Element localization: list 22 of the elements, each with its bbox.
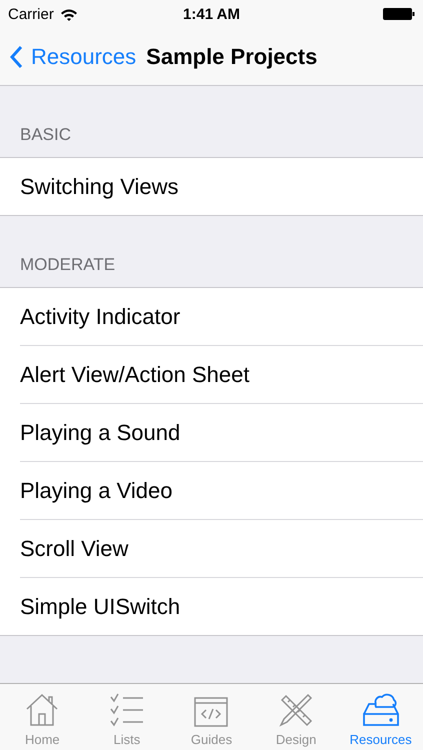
back-chevron-icon	[10, 46, 23, 68]
screen-title: Sample Projects	[146, 44, 318, 70]
list-item[interactable]: Playing a Sound	[20, 403, 423, 461]
tab-bar-item[interactable]: Resources	[338, 684, 423, 750]
code-window-icon	[193, 696, 230, 728]
list-item[interactable]: Switching Views	[0, 158, 423, 215]
list-item[interactable]: Playing a Video	[20, 461, 423, 519]
cloud-drive-icon	[362, 692, 400, 728]
list-item[interactable]: Simple UISwitch	[20, 577, 423, 635]
section-header: BASIC	[20, 125, 72, 145]
pencil-ruler-icon	[278, 692, 314, 728]
list-item[interactable]: Activity Indicator	[0, 288, 423, 345]
list-item[interactable]: Alert View/Action Sheet	[20, 345, 423, 403]
list-item[interactable]: Scroll View	[20, 519, 423, 577]
wifi-icon	[60, 8, 78, 20]
status-time: 1:41 AM	[183, 6, 240, 22]
carrier-name: Carrier	[8, 6, 54, 22]
back-button[interactable]: Resources	[10, 44, 136, 70]
section-header: MODERATE	[20, 255, 116, 275]
battery-icon	[383, 8, 415, 20]
checklist-icon	[108, 692, 145, 728]
home-icon	[24, 692, 60, 728]
